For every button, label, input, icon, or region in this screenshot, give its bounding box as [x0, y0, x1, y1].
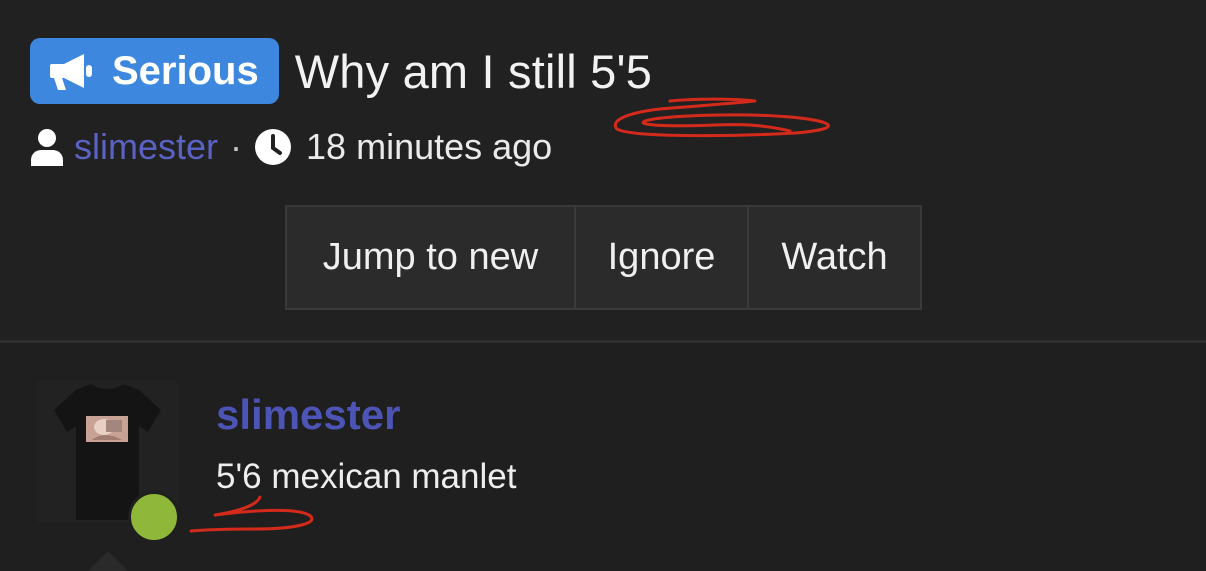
meta-separator: ·	[230, 126, 243, 167]
title-row: Serious Why am I still 5'5	[30, 38, 652, 104]
megaphone-icon	[48, 51, 100, 91]
thread-header: Serious Why am I still 5'5 slimester · 1…	[0, 0, 1206, 340]
prefix-label: Serious	[112, 48, 259, 93]
thread-meta: slimester · 18 minutes ago	[30, 126, 552, 168]
post: slimester 5'6 mexican manlet	[0, 343, 1206, 571]
annotation-scribble-usertitle	[189, 495, 314, 533]
user-icon	[30, 128, 64, 166]
prefix-badge[interactable]: Serious	[30, 38, 279, 104]
ignore-button[interactable]: Ignore	[576, 207, 749, 308]
page: Serious Why am I still 5'5 slimester · 1…	[0, 0, 1206, 571]
post-arrow	[88, 551, 128, 571]
clock-icon	[254, 128, 292, 166]
post-username[interactable]: slimester	[216, 391, 400, 439]
thread-actions: Jump to new Ignore Watch	[285, 205, 922, 310]
post-user-title: 5'6 mexican manlet	[216, 457, 517, 496]
thread-time[interactable]: 18 minutes ago	[306, 126, 552, 168]
jump-to-new-button[interactable]: Jump to new	[287, 207, 576, 308]
thread-title: Why am I still 5'5	[294, 44, 653, 98]
online-status-dot	[128, 491, 180, 543]
watch-button[interactable]: Watch	[749, 207, 920, 308]
author-link[interactable]: slimester	[74, 126, 218, 168]
